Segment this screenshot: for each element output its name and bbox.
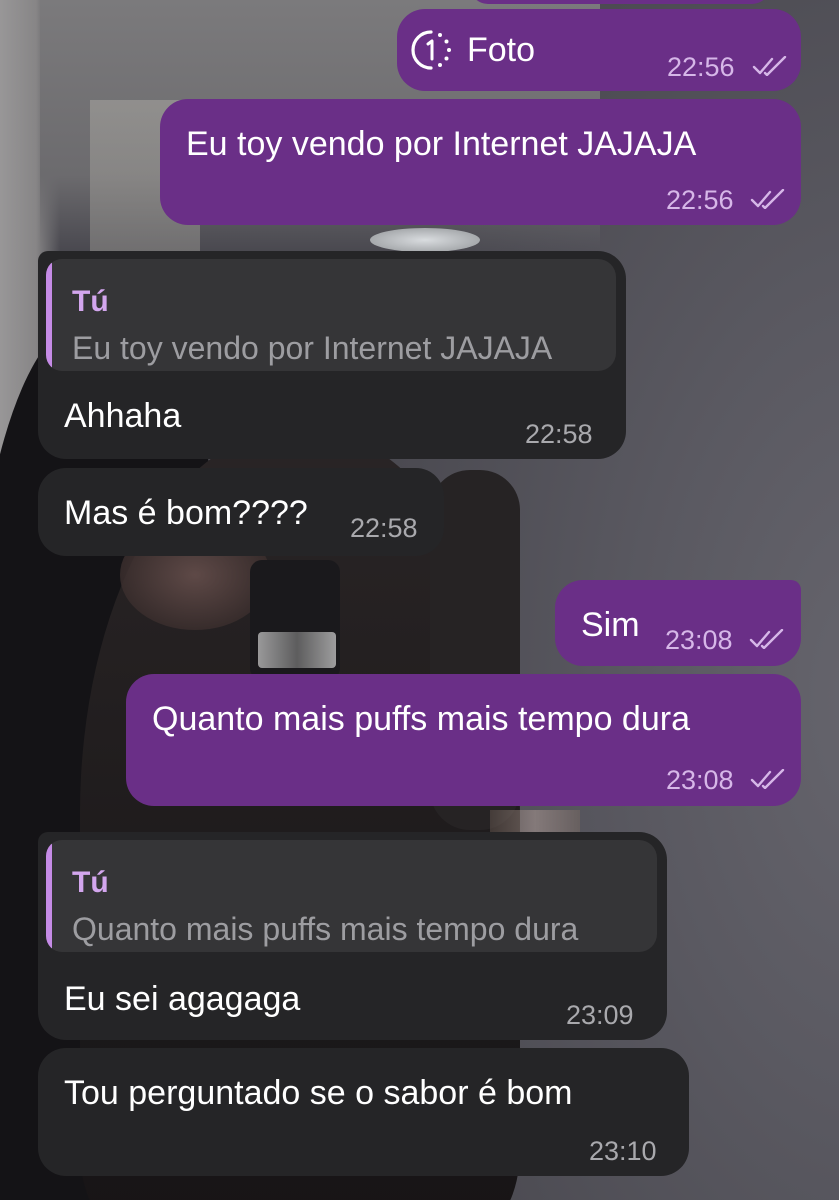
read-receipt-icon: [750, 769, 786, 789]
message-time: 23:08: [665, 625, 733, 655]
message-text: Eu sei agagaga: [64, 980, 301, 1018]
message-bubble-incoming[interactable]: Tou perguntado se o sabor é bom 23:10: [38, 1048, 689, 1176]
message-time: 23:08: [666, 765, 734, 795]
reply-quote[interactable]: Tú Quanto mais puffs mais tempo dura: [46, 840, 657, 952]
message-bubble-outgoing[interactable]: Foto 22:56: [397, 9, 801, 91]
message-text: Quanto mais puffs mais tempo dura: [152, 700, 690, 738]
message-text: Mas é bom????: [64, 494, 308, 532]
message-bubble-incoming[interactable]: Mas é bom???? 22:58: [38, 468, 444, 556]
reply-quote-author: Tú: [72, 866, 109, 899]
reply-quote-accent: [46, 259, 52, 371]
read-receipt-icon: [750, 189, 786, 209]
message-time: 23:09: [566, 1000, 634, 1030]
message-text: Eu toy vendo por Internet JAJAJA: [186, 125, 697, 163]
read-receipt-icon: [752, 56, 788, 76]
reply-quote-text: Eu toy vendo por Internet JAJAJA: [72, 330, 553, 366]
message-time: 22:56: [666, 185, 734, 215]
reply-quote[interactable]: Tú Eu toy vendo por Internet JAJAJA: [46, 259, 616, 371]
message-list: Foto 22:56 Eu toy vendo por Internet JAJ…: [0, 0, 839, 1200]
message-text: Foto: [467, 31, 536, 69]
message-text: Tou perguntado se o sabor é bom: [64, 1074, 573, 1112]
message-bubble-incoming[interactable]: Tú Eu toy vendo por Internet JAJAJA Ahha…: [38, 251, 626, 459]
reply-quote-author: Tú: [72, 285, 109, 318]
message-time: 22:56: [667, 52, 735, 82]
message-bubble-outgoing[interactable]: Quanto mais puffs mais tempo dura 23:08: [126, 674, 801, 806]
reply-quote-text: Quanto mais puffs mais tempo dura: [72, 911, 579, 947]
view-once-timer-icon: [409, 28, 453, 72]
read-receipt-icon: [749, 629, 785, 649]
message-text: Ahhaha: [64, 397, 182, 435]
message-time: 23:10: [589, 1136, 657, 1166]
message-bubble-clipped[interactable]: [470, 0, 770, 4]
reply-quote-accent: [46, 840, 52, 952]
message-text: Sim: [581, 606, 640, 644]
message-bubble-outgoing[interactable]: Sim 23:08: [555, 580, 801, 666]
message-bubble-incoming[interactable]: Tú Quanto mais puffs mais tempo dura Eu …: [38, 832, 667, 1040]
message-time: 22:58: [350, 513, 418, 543]
message-time: 22:58: [525, 419, 593, 449]
message-bubble-outgoing[interactable]: Eu toy vendo por Internet JAJAJA 22:56: [160, 99, 801, 225]
